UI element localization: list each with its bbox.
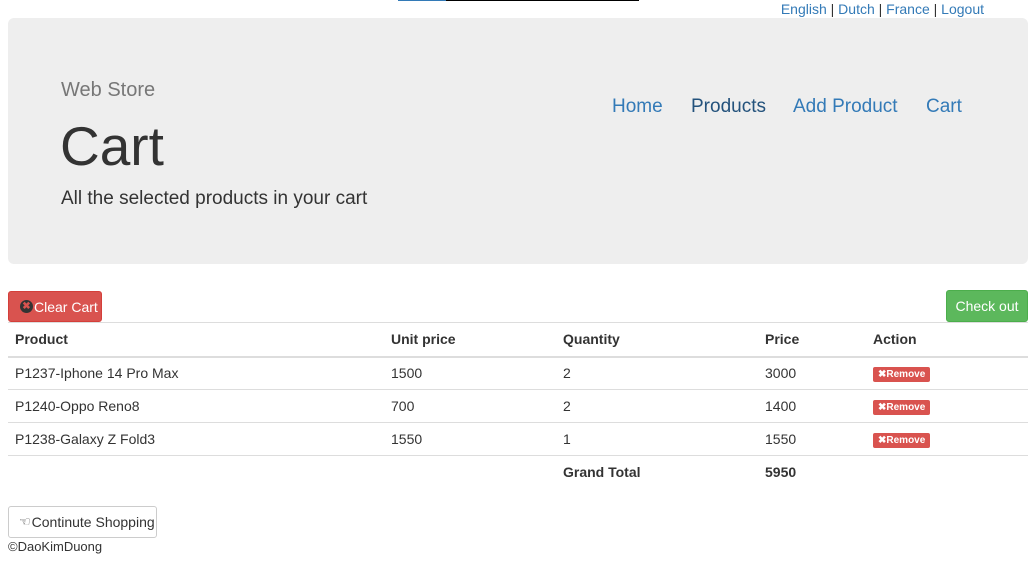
page-title: Cart bbox=[60, 115, 164, 177]
page-loading-bar bbox=[398, 0, 639, 1]
brand-name: Web Store bbox=[61, 79, 156, 101]
remove-label: Remove bbox=[886, 369, 926, 381]
grand-total-label: Grand Total bbox=[556, 455, 758, 489]
cart-table: Product Unit price Quantity Price Action… bbox=[8, 322, 1028, 489]
footer-copyright: ©DaoKimDuong bbox=[8, 539, 103, 554]
remove-label: Remove bbox=[886, 435, 926, 446]
language-france-link[interactable]: France bbox=[886, 1, 930, 17]
column-header-unit-price: Unit price bbox=[384, 322, 556, 358]
logout-link[interactable]: Logout bbox=[941, 1, 984, 17]
nav-home[interactable]: Home bbox=[612, 96, 663, 118]
language-dutch-link[interactable]: Dutch bbox=[838, 1, 875, 17]
price-cell: 3000 bbox=[758, 356, 866, 390]
nav-add-product[interactable]: Add Product bbox=[793, 96, 898, 118]
action-cell: ✖Remove bbox=[866, 356, 1028, 390]
nav-products[interactable]: Products bbox=[691, 96, 766, 118]
times-circle-icon: ✖ bbox=[20, 300, 33, 313]
remove-button[interactable]: ✖Remove bbox=[873, 367, 931, 383]
separator: | bbox=[878, 1, 883, 17]
grand-total-value: 5950 bbox=[758, 455, 866, 489]
remove-button[interactable]: ✖Remove bbox=[873, 433, 931, 448]
product-cell: P1240-Oppo Reno8 bbox=[8, 389, 384, 423]
unit-price-cell: 1500 bbox=[384, 356, 556, 390]
price-cell: 1400 bbox=[758, 389, 866, 423]
separator: | bbox=[933, 1, 938, 17]
column-header-action: Action bbox=[866, 322, 1028, 358]
action-cell: ✖Remove bbox=[866, 422, 1028, 456]
unit-price-cell: 700 bbox=[384, 389, 556, 423]
quantity-cell: 2 bbox=[556, 389, 758, 423]
grand-total-row: Grand Total 5950 bbox=[8, 455, 1028, 489]
header-jumbotron: Web Store Cart All the selected products… bbox=[8, 18, 1028, 264]
table-row: P1240-Oppo Reno8 700 2 1400 ✖Remove bbox=[8, 389, 1028, 423]
quantity-cell: 2 bbox=[556, 356, 758, 390]
action-cell: ✖Remove bbox=[866, 389, 1028, 423]
hand-pointer-icon: ☜ bbox=[19, 514, 31, 529]
unit-price-cell: 1550 bbox=[384, 422, 556, 456]
column-header-price: Price bbox=[758, 322, 866, 358]
column-header-product: Product bbox=[8, 322, 384, 358]
page-subtitle: All the selected products in your cart bbox=[61, 188, 368, 209]
nav-cart[interactable]: Cart bbox=[926, 96, 962, 118]
column-header-quantity: Quantity bbox=[556, 322, 758, 358]
checkout-button[interactable]: Check out bbox=[946, 290, 1028, 322]
continue-shopping-label: Continute Shopping bbox=[31, 514, 155, 530]
language-english-link[interactable]: English bbox=[781, 1, 827, 17]
price-cell: 1550 bbox=[758, 422, 866, 456]
page-loading-bar-fill bbox=[398, 0, 447, 1]
separator: | bbox=[830, 1, 835, 17]
checkout-label: Check out bbox=[955, 298, 1019, 314]
product-cell: P1237-Iphone 14 Pro Max bbox=[8, 356, 384, 390]
table-header-row: Product Unit price Quantity Price Action bbox=[8, 322, 1028, 358]
continue-shopping-button[interactable]: ☜ Continute Shopping bbox=[8, 506, 157, 538]
table-row: P1237-Iphone 14 Pro Max 1500 2 3000 ✖Rem… bbox=[8, 356, 1028, 390]
language-bar: English | Dutch | France | Logout bbox=[781, 1, 984, 17]
remove-button[interactable]: ✖Remove bbox=[873, 400, 931, 415]
product-cell: P1238-Galaxy Z Fold3 bbox=[8, 422, 384, 456]
clear-cart-label: Clear Cart bbox=[34, 298, 98, 315]
quantity-cell: 1 bbox=[556, 422, 758, 456]
remove-label: Remove bbox=[886, 402, 926, 413]
clear-cart-button[interactable]: ✖ Clear Cart bbox=[8, 291, 102, 322]
table-row: P1238-Galaxy Z Fold3 1550 1 1550 ✖Remove bbox=[8, 422, 1028, 456]
